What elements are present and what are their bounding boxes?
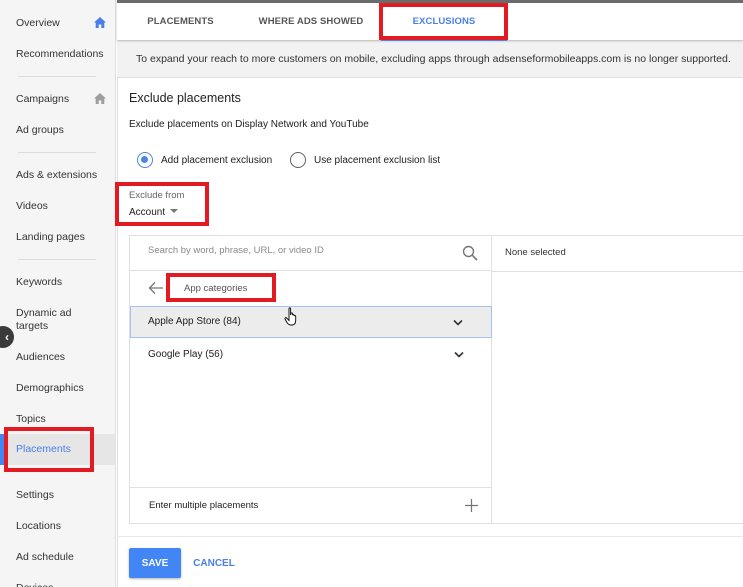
sidebar-item-label: Ads & extensions bbox=[16, 169, 98, 181]
sidebar-item-demographics[interactable]: Demographics bbox=[0, 382, 116, 395]
dropdown-arrow-icon bbox=[170, 208, 179, 213]
sidebar-item-label: Demographics bbox=[16, 382, 84, 394]
sidebar-item-videos[interactable]: Videos bbox=[0, 200, 116, 213]
main-content: PLACEMENTS WHERE ADS SHOWED EXCLUSIONS T… bbox=[117, 0, 743, 587]
exclude-from-value: Account bbox=[129, 207, 166, 218]
sidebar-item-label: Landing pages bbox=[16, 231, 85, 243]
enter-multiple-placements[interactable]: Enter multiple placements bbox=[130, 487, 492, 523]
sidebar-item-ads-extensions[interactable]: Ads & extensions bbox=[0, 169, 116, 182]
plus-icon[interactable] bbox=[465, 499, 478, 512]
browse-panel: App categories Apple App Store (84) Goog… bbox=[129, 236, 492, 523]
divider bbox=[492, 271, 743, 272]
section-subtitle: Exclude placements on Display Network an… bbox=[129, 119, 369, 130]
home-icon bbox=[94, 93, 106, 104]
chevron-down-icon[interactable] bbox=[454, 351, 464, 358]
sidebar-item-label: Audiences bbox=[16, 351, 66, 363]
sidebar-item-label: Topics bbox=[16, 413, 46, 425]
sidebar-item-topics[interactable]: Topics bbox=[0, 413, 116, 426]
search-icon[interactable] bbox=[462, 245, 478, 261]
radio-use-placement-exclusion-list[interactable]: Use placement exclusion list bbox=[290, 151, 440, 169]
search-row bbox=[130, 236, 492, 271]
radio-button-unchecked[interactable] bbox=[290, 152, 306, 168]
sidebar-item-label: Videos bbox=[16, 200, 48, 212]
selected-panel: None selected bbox=[492, 236, 743, 523]
save-button[interactable]: SAVE bbox=[129, 548, 181, 578]
sidebar-item-audiences[interactable]: Audiences bbox=[0, 351, 116, 364]
sidebar-item-devices[interactable]: Devices bbox=[0, 582, 116, 587]
sidebar-item-label: Dynamic ad targets bbox=[16, 307, 72, 332]
list-item-google-play[interactable]: Google Play (56) bbox=[130, 339, 492, 371]
enter-multiple-label: Enter multiple placements bbox=[149, 500, 259, 511]
list-item-label: Apple App Store (84) bbox=[148, 316, 241, 327]
content-border bbox=[117, 78, 118, 587]
placement-picker: App categories Apple App Store (84) Goog… bbox=[129, 235, 743, 524]
hand-cursor-icon bbox=[284, 307, 297, 326]
sidebar-item-landing-pages[interactable]: Landing pages bbox=[0, 231, 116, 244]
sidebar-item-label: Ad schedule bbox=[16, 551, 74, 563]
back-arrow-icon[interactable] bbox=[148, 281, 164, 295]
cancel-button[interactable]: CANCEL bbox=[185, 548, 243, 578]
sidebar-divider bbox=[18, 259, 96, 260]
sidebar-item-label: Recommendations bbox=[16, 48, 104, 60]
breadcrumb: App categories bbox=[130, 272, 492, 306]
breadcrumb-label: App categories bbox=[184, 283, 248, 294]
sidebar-item-label: Locations bbox=[16, 520, 61, 532]
tab-placements[interactable]: PLACEMENTS bbox=[137, 3, 224, 40]
tab-bar: PLACEMENTS WHERE ADS SHOWED EXCLUSIONS bbox=[117, 0, 743, 41]
sidebar-item-overview[interactable]: Overview bbox=[0, 17, 116, 30]
sidebar-divider bbox=[18, 152, 96, 153]
radio-add-placement-exclusion[interactable]: Add placement exclusion bbox=[137, 151, 272, 169]
dropdown-underline bbox=[129, 222, 185, 223]
sidebar-divider bbox=[18, 76, 96, 77]
sidebar-item-label: Settings bbox=[16, 489, 54, 501]
sidebar-item-label: Campaigns bbox=[16, 93, 70, 105]
sidebar-item-keywords[interactable]: Keywords bbox=[0, 276, 116, 289]
sidebar-item-label: Ad groups bbox=[16, 124, 64, 136]
search-input[interactable] bbox=[148, 245, 448, 256]
sidebar-item-label: Placements bbox=[16, 443, 71, 455]
footer-divider bbox=[117, 536, 743, 537]
sidebar-item-campaigns[interactable]: Campaigns bbox=[0, 93, 116, 106]
section-title: Exclude placements bbox=[129, 91, 241, 105]
sidebar-item-settings[interactable]: Settings bbox=[0, 489, 116, 502]
sidebar-item-label: Overview bbox=[16, 17, 60, 29]
sidebar-item-recommendations[interactable]: Recommendations bbox=[0, 48, 116, 61]
home-icon bbox=[94, 17, 106, 28]
radio-label: Use placement exclusion list bbox=[314, 154, 441, 166]
selected-summary: None selected bbox=[505, 247, 566, 258]
sidebar-item-dynamic-ad-targets[interactable]: Dynamic ad targets bbox=[0, 307, 90, 333]
sidebar: Overview Recommendations Campaigns Ad gr… bbox=[0, 0, 116, 587]
sidebar-item-label: Keywords bbox=[16, 276, 63, 288]
exclude-from-dropdown[interactable]: Exclude from Account bbox=[129, 190, 185, 223]
tab-exclusions[interactable]: EXCLUSIONS bbox=[381, 3, 507, 41]
radio-button-checked[interactable] bbox=[137, 152, 153, 168]
list-item-apple-app-store[interactable]: Apple App Store (84) bbox=[130, 306, 492, 338]
radio-label: Add placement exclusion bbox=[161, 154, 273, 166]
sidebar-item-ad-schedule[interactable]: Ad schedule bbox=[0, 551, 116, 564]
sidebar-item-ad-groups[interactable]: Ad groups bbox=[0, 124, 116, 137]
chevron-left-icon: ‹ bbox=[5, 330, 9, 344]
list-item-label: Google Play (56) bbox=[148, 349, 224, 360]
tab-where-ads-showed[interactable]: WHERE ADS SHOWED bbox=[251, 3, 371, 40]
chevron-down-icon[interactable] bbox=[453, 319, 463, 326]
sidebar-item-label: Devices bbox=[16, 582, 53, 587]
sidebar-item-locations[interactable]: Locations bbox=[0, 520, 116, 533]
exclude-from-label: Exclude from bbox=[129, 190, 185, 201]
sidebar-item-placements[interactable]: Placements bbox=[0, 434, 116, 465]
info-notice: To expand your reach to more customers o… bbox=[117, 40, 743, 78]
